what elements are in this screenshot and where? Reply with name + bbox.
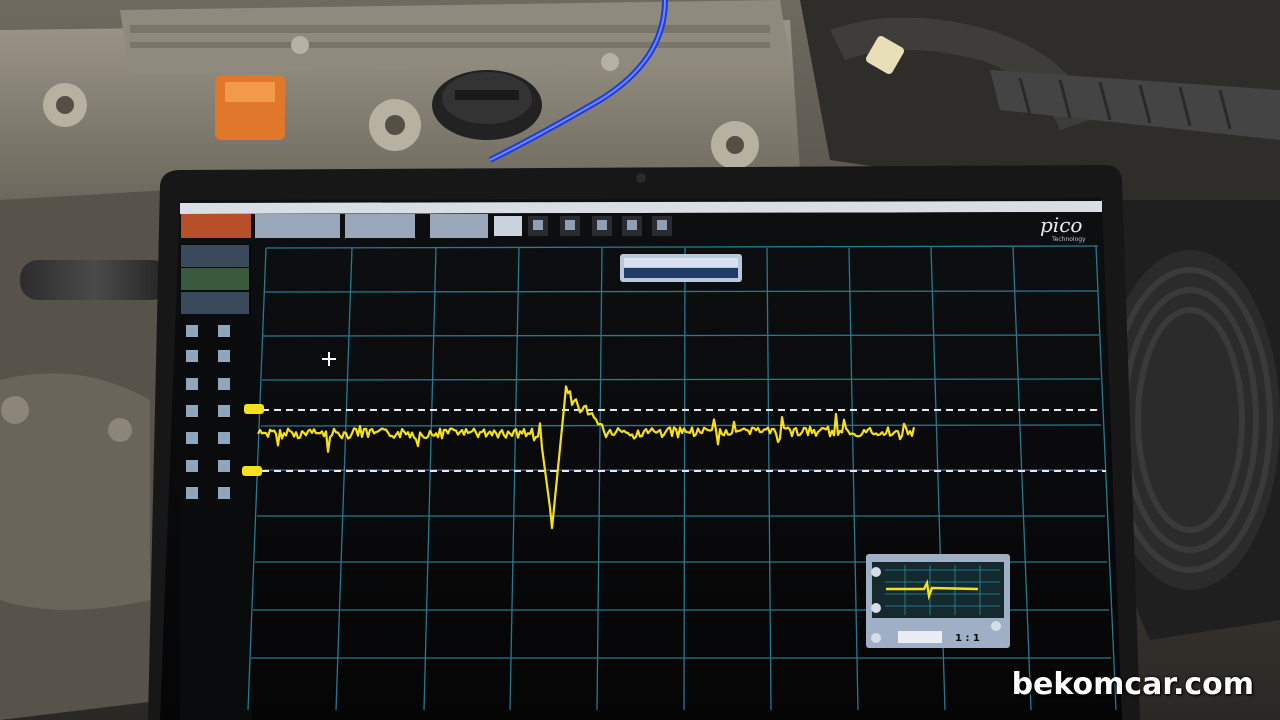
tool-sidebar — [180, 244, 252, 720]
zoom-overview-window[interactable]: 1 : 1 — [866, 554, 1010, 648]
ruler-readout-panel — [620, 254, 742, 282]
timebase-control[interactable] — [255, 214, 340, 238]
brand-logo-subtext: Technology — [1051, 236, 1086, 243]
ruler-handle-upper[interactable] — [244, 404, 264, 414]
waveforms-control[interactable] — [430, 214, 488, 238]
channel-a-button[interactable] — [181, 214, 251, 238]
watermark-text: bekomcar.com — [1011, 667, 1254, 702]
rulers-button[interactable] — [494, 216, 522, 236]
ruler-handle-lower[interactable] — [242, 466, 262, 476]
photo-scene: pico Technology 1: 1 — [0, 0, 1280, 720]
trigger-control[interactable] — [345, 214, 415, 238]
brand-logo: pico — [1040, 213, 1082, 237]
toolbar: pico Technology — [180, 201, 1102, 244]
zoom-ratio-label: 1 : 1 — [955, 633, 980, 644]
